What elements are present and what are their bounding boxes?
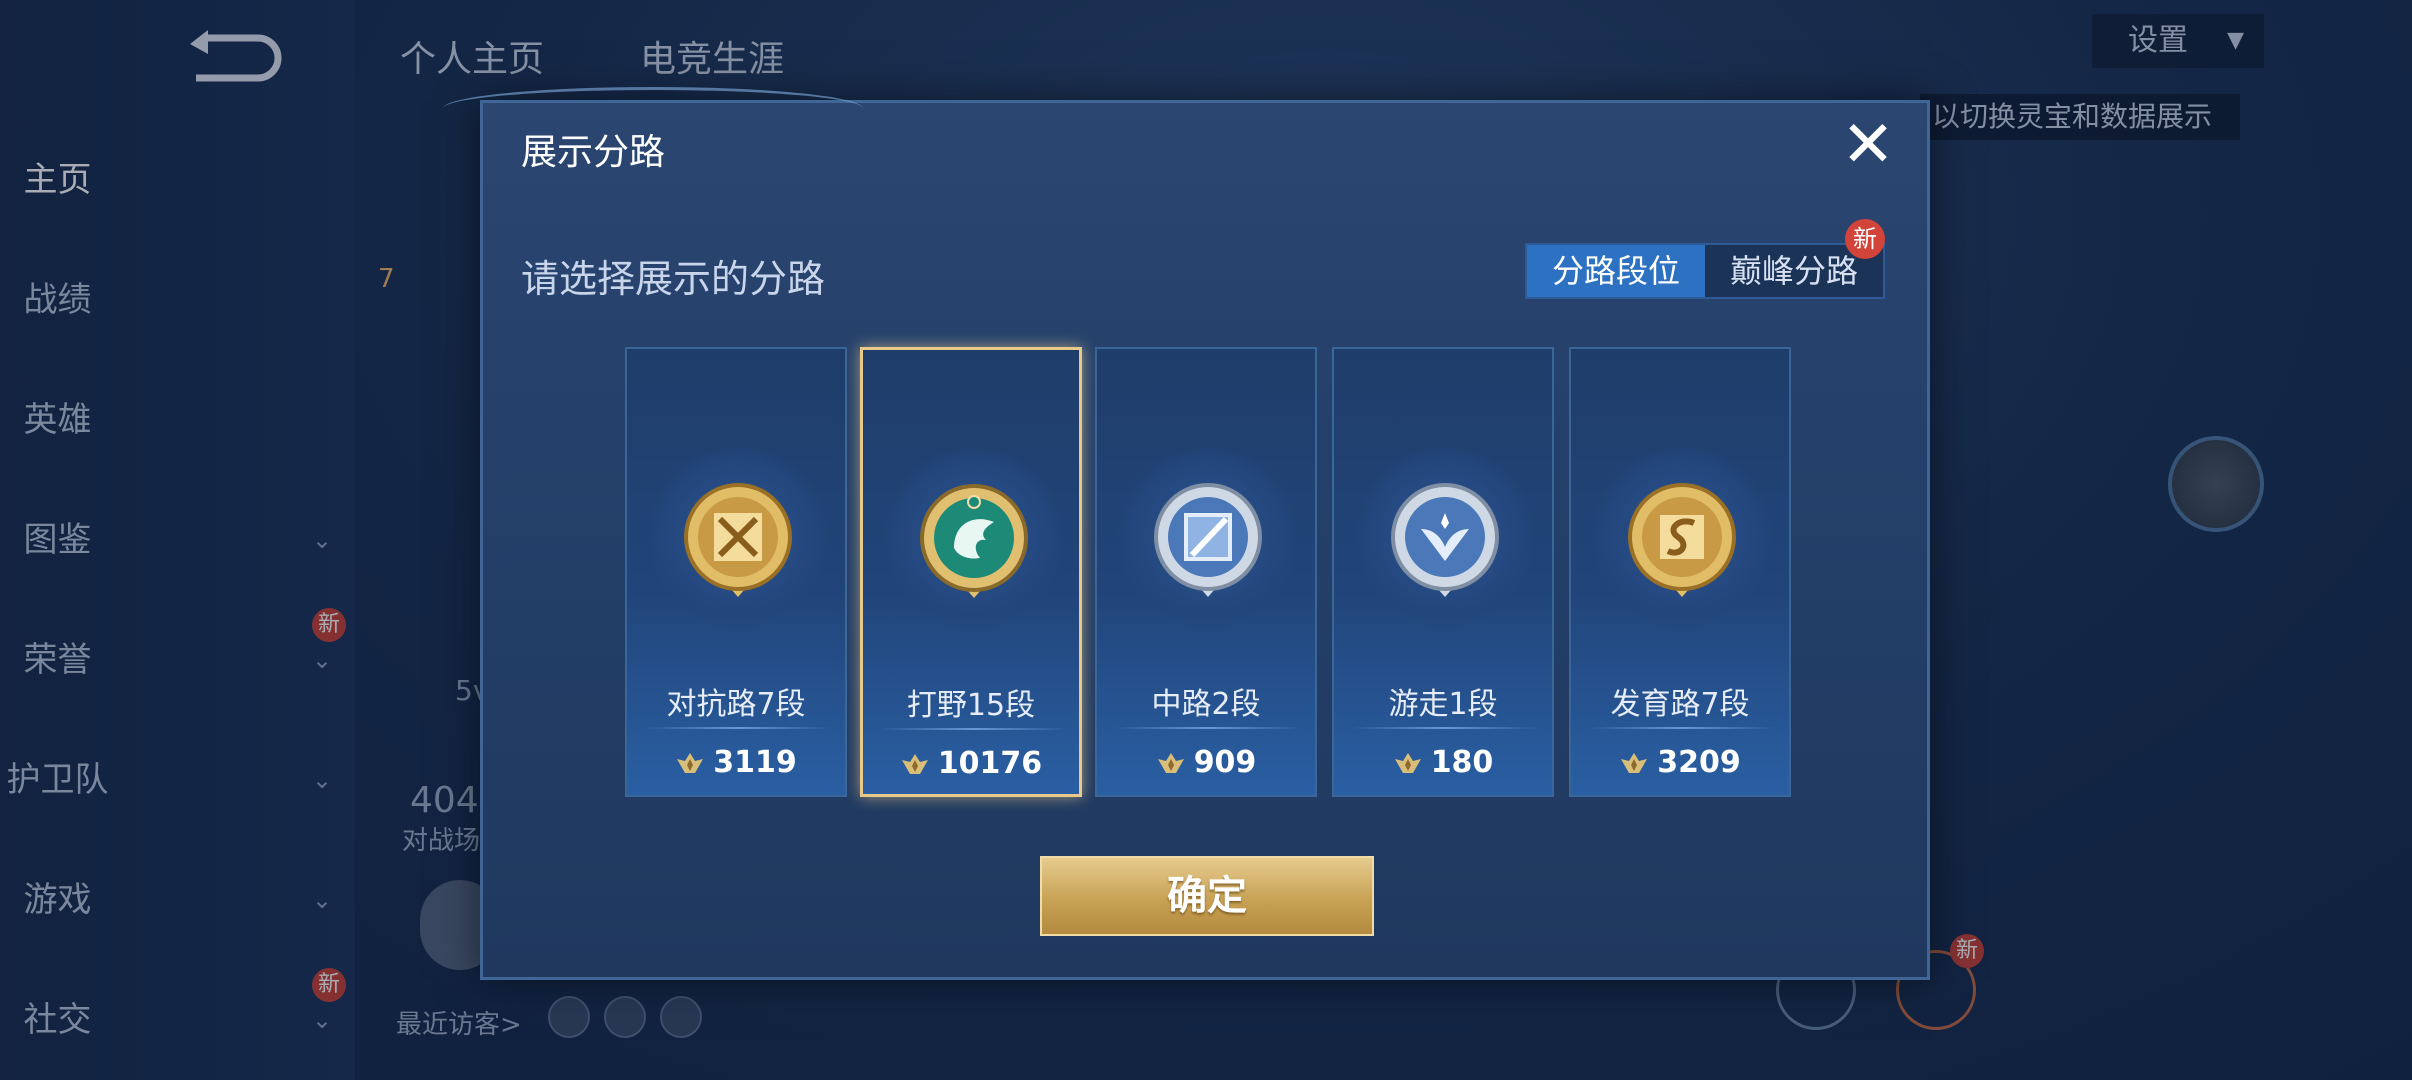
confirm-button[interactable]: 确定 — [1040, 856, 1374, 936]
divider — [881, 728, 1067, 730]
wings-icon — [1385, 477, 1505, 607]
new-badge: 新 — [1845, 219, 1885, 259]
lane-rank-label: 对抗路7段 — [666, 687, 806, 722]
lane-rank-label: 发育路7段 — [1610, 687, 1750, 722]
divider — [1352, 727, 1538, 729]
dialog-title: 展示分路 — [521, 132, 666, 173]
score-icon — [1157, 753, 1184, 773]
score-icon — [901, 754, 928, 774]
lane-score-value: 10176 — [937, 746, 1043, 781]
lane-score-value: 909 — [1193, 745, 1257, 780]
shield-swords-icon — [678, 477, 798, 607]
close-icon: ✕ — [1841, 108, 1895, 182]
lane-score: 3119 — [627, 745, 845, 780]
lane-score: 180 — [1334, 745, 1552, 780]
divider — [645, 727, 831, 729]
lane-mode-toggle: 分路段位 巅峰分路 新 — [1525, 219, 1885, 299]
tab-lane-rank[interactable]: 分路段位 — [1527, 245, 1705, 297]
close-button[interactable]: ✕ — [1838, 113, 1898, 177]
lane-card[interactable]: 对抗路7段 3119 — [625, 347, 847, 797]
lane-card[interactable]: 游走1段 180 — [1332, 347, 1554, 797]
lane-card[interactable]: 中路2段 909 — [1095, 347, 1317, 797]
lane-score: 10176 — [863, 746, 1079, 781]
score-icon — [1394, 753, 1421, 773]
divider — [1115, 727, 1301, 729]
lane-score: 909 — [1097, 745, 1315, 780]
lane-score-value: 180 — [1430, 745, 1494, 780]
lane-rank-label: 打野15段 — [906, 688, 1036, 723]
lane-rank-label: 中路2段 — [1151, 687, 1261, 722]
lane-score-value: 3209 — [1657, 745, 1741, 780]
lane-card[interactable]: 打野15段 10176 — [860, 347, 1082, 797]
lane-score: 3209 — [1571, 745, 1789, 780]
divider — [1589, 727, 1775, 729]
dragon-icon — [914, 478, 1034, 608]
score-icon — [677, 753, 704, 773]
lane-rank-label: 游走1段 — [1388, 687, 1498, 722]
lane-display-dialog: 展示分路 ✕ 请选择展示的分路 分路段位 巅峰分路 新 对抗路7段 3119 打野1… — [443, 87, 1930, 980]
dialog-subtitle: 请选择展示的分路 — [521, 257, 826, 301]
bow-icon — [1622, 477, 1742, 607]
staff-icon — [1148, 477, 1268, 607]
lane-card[interactable]: 发育路7段 3209 — [1569, 347, 1791, 797]
lane-score-value: 3119 — [713, 745, 797, 780]
score-icon — [1621, 753, 1648, 773]
